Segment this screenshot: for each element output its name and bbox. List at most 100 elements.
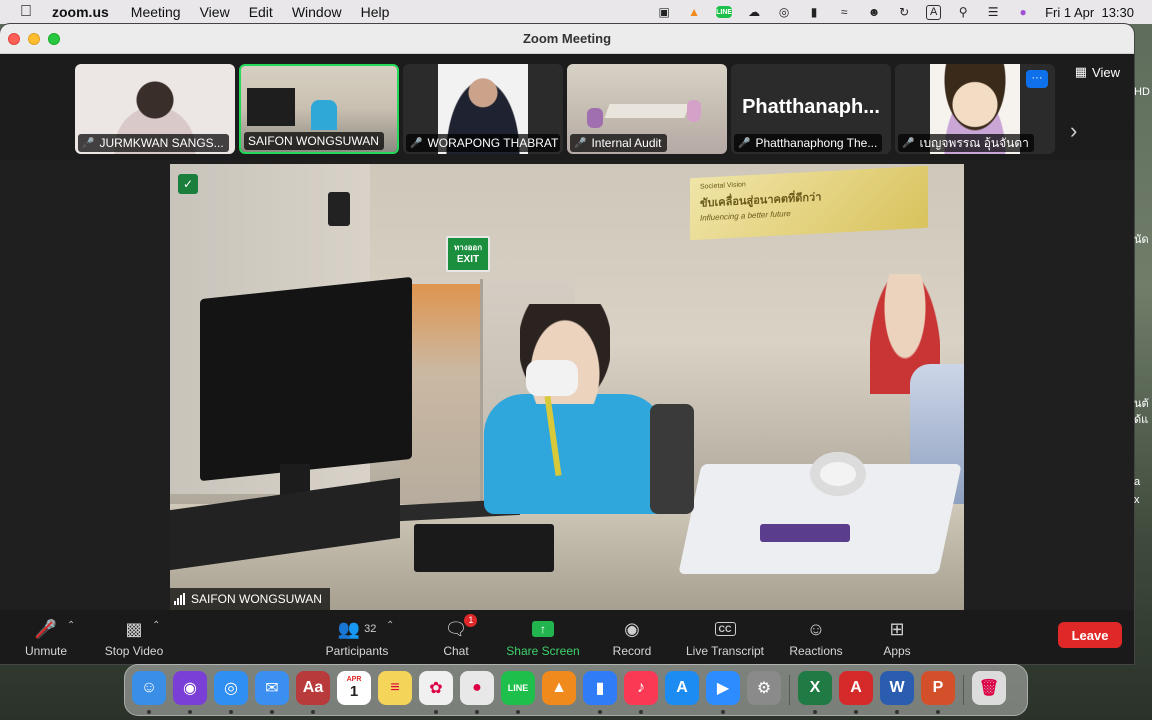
participant-tile-active[interactable]: SAIFON WONGSUWAN <box>239 64 399 154</box>
view-button[interactable]: ▦ View <box>1075 64 1120 80</box>
dock-excel-icon[interactable]: X <box>798 671 832 705</box>
dock-running-indicator <box>270 710 274 714</box>
dock-siri-icon[interactable]: ◉ <box>173 671 207 705</box>
participants-button[interactable]: 👥 32 ⌃ Participants <box>312 616 402 659</box>
record-button[interactable]: ◉ Record <box>587 616 677 659</box>
wifi-icon[interactable]: ≈ <box>836 5 852 19</box>
more-options-button[interactable]: ··· <box>1026 70 1048 88</box>
dock-running-indicator <box>229 710 233 714</box>
participant-tile[interactable]: 🎤 WORAPONG THABRAT <box>403 64 563 154</box>
apps-label: Apps <box>883 644 911 658</box>
dock-zoom-icon[interactable]: ▶ <box>706 671 740 705</box>
chair <box>650 404 694 514</box>
camera-purple-strip <box>760 524 850 542</box>
dock-line-icon[interactable]: LINE <box>501 671 535 705</box>
camera-icon[interactable]: ▣ <box>656 5 672 19</box>
dock-running-indicator <box>598 710 602 714</box>
airdrop-icon[interactable]: ◎ <box>776 5 792 19</box>
participant-nametag: 🎤 WORAPONG THABRAT <box>406 134 560 152</box>
record-label: Record <box>612 644 652 658</box>
connection-strength-icon <box>174 593 185 605</box>
dock-running-indicator <box>895 710 899 714</box>
stop-video-button[interactable]: ▩ ⌃ Stop Video <box>89 616 179 659</box>
chevron-up-icon[interactable]: ⌃ <box>152 620 160 631</box>
muted-mic-icon: 🎤 <box>82 137 95 149</box>
minimize-window-button[interactable] <box>28 33 40 45</box>
dock-keynote-icon[interactable]: ▮ <box>583 671 617 705</box>
desktop-text-fragment: นัด <box>1134 234 1149 246</box>
dock-notes-icon[interactable]: ≡ <box>378 671 412 705</box>
camera-head <box>810 452 866 496</box>
dock-mail-icon[interactable]: ✉ <box>255 671 289 705</box>
participants-icon: 👥 32 ⌃ <box>337 618 395 639</box>
dock-system-preferences-icon[interactable]: ⚙ <box>747 671 781 705</box>
chat-button[interactable]: 🗨 1 Chat <box>411 614 501 658</box>
line-icon[interactable]: LINE <box>716 6 733 18</box>
dock-chrome-icon[interactable]: ● <box>460 671 494 705</box>
menu-edit[interactable]: Edit <box>249 4 273 20</box>
menu-app-name[interactable]: zoom.us <box>52 4 109 20</box>
main-speaker-video: ทางออก EXIT Societal Vision ขับเคลื่อนสู… <box>170 164 964 610</box>
dock-calendar-icon[interactable]: APR 1 <box>337 671 371 705</box>
dock-separator <box>963 675 964 705</box>
active-speaker-name: SAIFON WONGSUWAN <box>191 592 322 606</box>
reactions-button[interactable]: ☺ Reactions <box>771 616 861 659</box>
user-icon[interactable]: ☻ <box>866 5 882 19</box>
control-center-icon[interactable]: ☰ <box>985 5 1001 19</box>
dock-trash-icon[interactable]: 🗑 <box>972 671 1006 705</box>
participant-tile[interactable]: 🎤 Internal Audit <box>567 64 727 154</box>
participant-tile[interactable]: 🎤 JURMKWAN SANGS... <box>75 64 235 154</box>
participant-name: Internal Audit <box>591 136 662 150</box>
apps-button[interactable]: ⊞ Apps <box>852 616 942 659</box>
menu-view[interactable]: View <box>200 4 230 20</box>
time-machine-icon[interactable]: ↻ <box>896 5 912 19</box>
dock-app-store-icon[interactable]: A <box>665 671 699 705</box>
share-screen-button[interactable]: ↑ Share Screen <box>498 616 588 658</box>
grid-icon: ▦ <box>1074 64 1088 79</box>
participant-nametag: 🎤 Internal Audit <box>570 134 667 152</box>
menu-window[interactable]: Window <box>292 4 342 20</box>
window-titlebar: Zoom Meeting <box>0 24 1134 54</box>
chevron-up-icon[interactable]: ⌃ <box>386 620 394 631</box>
participant-name: เบญจพรรณ อุ้นจันดา <box>919 135 1029 150</box>
apple-menu-icon[interactable]:  <box>20 3 46 21</box>
stop-video-label: Stop Video <box>104 644 164 658</box>
participant-tile[interactable]: Phatthanaph... 🎤 Phatthanaphong The... <box>731 64 891 154</box>
live-transcript-button[interactable]: CC Live Transcript <box>680 616 770 658</box>
dock-running-indicator <box>311 710 315 714</box>
dock-acrobat-icon[interactable]: A <box>839 671 873 705</box>
dock-safari-icon[interactable]: ◎ <box>214 671 248 705</box>
window-title: Zoom Meeting <box>522 31 612 46</box>
chat-bubble-icon: 🗨 1 <box>445 614 478 642</box>
meeting-toolbar: 🎤 ⌃ Unmute ▩⌃ Stop Video 👥32⌃ Participan… <box>0 610 1134 664</box>
dock-powerpoint-icon[interactable]: P <box>921 671 955 705</box>
unmute-button[interactable]: 🎤 ⌃ Unmute <box>1 616 91 659</box>
dock-finder-icon[interactable]: ☺ <box>132 671 166 705</box>
dock-dictionary-icon[interactable]: Aa <box>296 671 330 705</box>
cloud-icon[interactable]: ☁ <box>746 5 762 19</box>
dock-photos-icon[interactable]: ✿ <box>419 671 453 705</box>
dock-music-icon[interactable]: ♪ <box>624 671 658 705</box>
siri-icon[interactable]: ● <box>1015 5 1031 19</box>
dock: ☺ ◉ ◎ ✉ Aa APR 1 ≡ ✿ ● LINE ▲ ▮ ♪ A ▶ ⚙ X A W P 🗑 <box>124 664 1028 716</box>
dock-running-indicator <box>434 710 438 714</box>
dock-vlc-icon[interactable]: ▲ <box>542 671 576 705</box>
dock-word-icon[interactable]: W <box>880 671 914 705</box>
muted-mic-icon: 🎤 <box>902 137 915 149</box>
menu-meeting[interactable]: Meeting <box>131 4 181 20</box>
input-source-icon[interactable]: A <box>926 4 942 20</box>
menu-help[interactable]: Help <box>361 4 390 20</box>
search-icon[interactable]: ⚲ <box>955 5 971 19</box>
menu-clock[interactable]: Fri 1 Apr 13:30 <box>1045 5 1134 20</box>
chevron-up-icon[interactable]: ⌃ <box>67 620 75 631</box>
fullscreen-window-button[interactable] <box>48 33 60 45</box>
participants-label: Participants <box>325 644 389 658</box>
encryption-shield-icon[interactable]: ✓ <box>178 174 198 194</box>
battery-icon[interactable]: ▮ <box>806 5 822 19</box>
chevron-right-icon[interactable]: › <box>1070 118 1077 144</box>
dock-running-indicator <box>516 710 520 714</box>
close-window-button[interactable] <box>8 33 20 45</box>
vlc-icon[interactable]: ▲ <box>686 5 702 19</box>
participant-nametag: 🎤 เบญจพรรณ อุ้นจันดา <box>898 134 1034 152</box>
leave-button[interactable]: Leave <box>1058 622 1122 648</box>
